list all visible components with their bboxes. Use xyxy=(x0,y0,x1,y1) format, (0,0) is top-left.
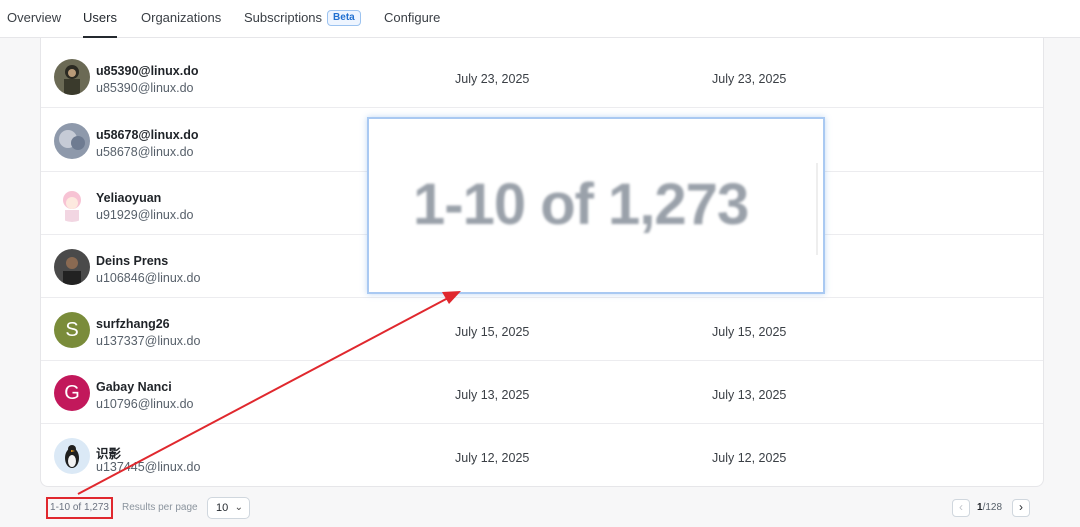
last-signin-date: July 23, 2025 xyxy=(712,72,787,86)
user-avatar xyxy=(54,123,90,159)
text-caret xyxy=(816,163,818,255)
results-per-page-label: Results per page xyxy=(122,502,198,513)
chevron-down-icon: ⌄ xyxy=(234,502,243,513)
next-page-button[interactable]: › xyxy=(1012,499,1030,517)
user-name: u58678@linux.do xyxy=(96,128,199,142)
user-name: Yeliaoyuan xyxy=(96,191,162,205)
last-signin-date: July 13, 2025 xyxy=(712,388,787,402)
user-avatar xyxy=(54,438,90,474)
table-row[interactable]: 识影 u137445@linux.do July 12, 2025 July 1… xyxy=(41,423,1043,486)
user-email: u91929@linux.do xyxy=(96,208,194,222)
chevron-right-icon: › xyxy=(1019,500,1023,514)
tab-organizations[interactable]: Organizations xyxy=(141,0,221,38)
tab-subscriptions[interactable]: Subscriptions Beta xyxy=(244,0,361,38)
zoom-callout: 1-10 of 1,273 xyxy=(367,117,825,294)
user-email: u85390@linux.do xyxy=(96,81,194,95)
user-email: u106846@linux.do xyxy=(96,271,201,285)
results-per-page-select[interactable]: 10 ⌄ xyxy=(207,497,250,519)
user-name: Gabay Nanci xyxy=(96,380,172,394)
user-avatar: S xyxy=(54,312,90,348)
table-row[interactable]: G Gabay Nanci u10796@linux.do July 13, 2… xyxy=(41,360,1043,424)
user-name: surfzhang26 xyxy=(96,317,170,331)
last-signin-date: July 12, 2025 xyxy=(712,451,787,465)
user-email: u10796@linux.do xyxy=(96,397,194,411)
tab-overview[interactable]: Overview xyxy=(7,0,61,38)
user-email: u137445@linux.do xyxy=(96,460,201,474)
created-date: July 13, 2025 xyxy=(455,388,530,402)
user-avatar: G xyxy=(54,375,90,411)
last-signin-date: July 15, 2025 xyxy=(712,325,787,339)
user-name: u85390@linux.do xyxy=(96,64,199,78)
beta-badge: Beta xyxy=(327,10,361,26)
top-navigation: Overview Users Organizations Subscriptio… xyxy=(0,0,1080,38)
user-avatar xyxy=(54,186,90,222)
page-indicator: 1/128 xyxy=(977,502,1003,513)
tab-configure[interactable]: Configure xyxy=(384,0,440,38)
user-email: u58678@linux.do xyxy=(96,145,194,159)
user-avatar xyxy=(54,59,90,95)
tab-users[interactable]: Users xyxy=(83,0,117,38)
user-email: u137337@linux.do xyxy=(96,334,201,348)
created-date: July 15, 2025 xyxy=(455,325,530,339)
chevron-left-icon: ‹ xyxy=(959,500,963,514)
created-date: July 23, 2025 xyxy=(455,72,530,86)
zoom-callout-text: 1-10 of 1,273 xyxy=(413,172,749,237)
pagination-count: 1-10 of 1,273 xyxy=(46,497,113,519)
created-date: July 12, 2025 xyxy=(455,451,530,465)
table-row[interactable]: S surfzhang26 u137337@linux.do July 15, … xyxy=(41,297,1043,361)
user-avatar xyxy=(54,249,90,285)
prev-page-button[interactable]: ‹ xyxy=(952,499,970,517)
user-name: Deins Prens xyxy=(96,254,169,268)
table-row[interactable]: u85390@linux.do u85390@linux.do July 23,… xyxy=(41,44,1043,108)
